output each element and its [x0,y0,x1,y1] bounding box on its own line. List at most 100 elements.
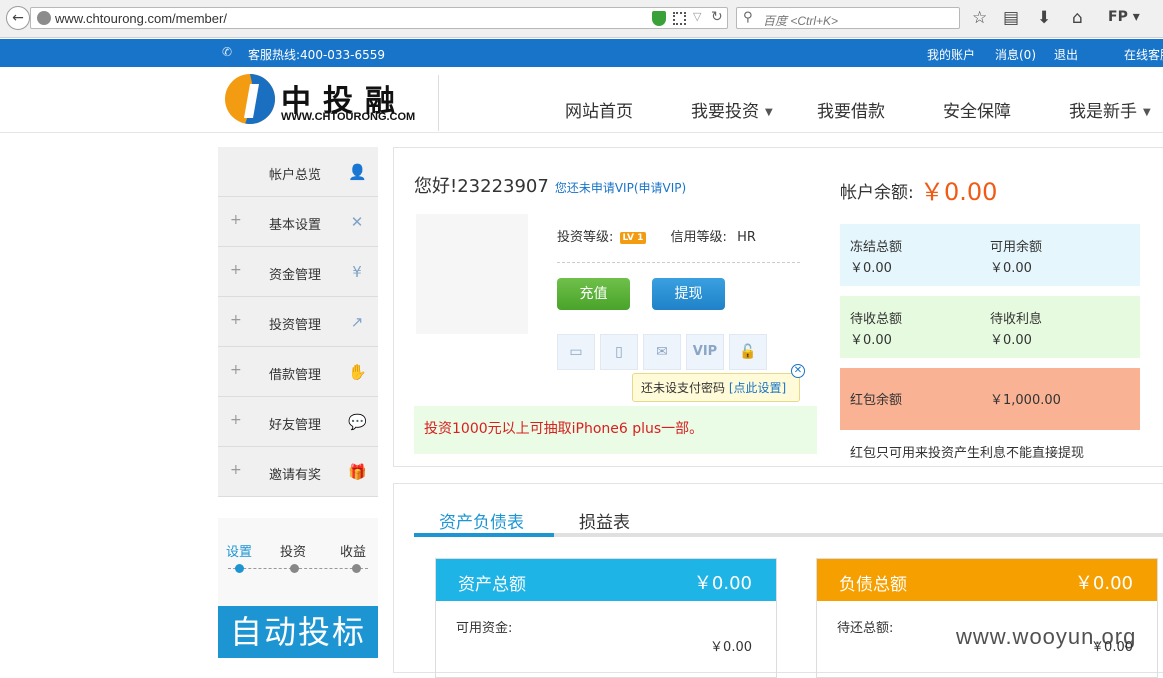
address-bar[interactable]: www.chtourong.com/member/ ▽ ↻ [30,7,728,29]
caret-down-icon: ▼ [1143,106,1151,118]
vip-status-text: 您还未申请VIP [554,181,634,195]
close-icon[interactable]: ✕ [791,364,805,378]
sidebar-item-friends[interactable]: + 好友管理 💬 [218,397,378,447]
my-account-link[interactable]: 我的账户 [927,46,975,63]
profile-button[interactable]: FP ▾ [1108,9,1140,25]
assets-header: 资产总额 ￥0.00 [436,559,776,601]
users-icon: 👤 [348,163,367,181]
set-pay-password-link[interactable]: [点此设置] [729,381,786,395]
shield-icon[interactable] [652,11,666,26]
step-earn: 收益 [340,545,367,560]
back-arrow-icon[interactable]: ← [6,6,30,30]
plus-icon: + [230,462,242,478]
redbag-box: 红包余额 ￥1,000.00 [840,368,1140,430]
nav-newbie-label: 我是新手 [1069,102,1137,122]
invest-level-badge: LV 1 [619,231,647,244]
available-funds-label: 可用资金: [456,621,513,636]
sidebar-item-investments[interactable]: + 投资管理 ↗ [218,297,378,347]
sidebar-item-label: 资金管理 [269,268,322,283]
assets-title: 资产总额 [458,575,526,595]
plus-icon: + [230,312,242,328]
browser-toolbar: ← www.chtourong.com/member/ ▽ ↻ ⚲ 百度 <Ct… [0,0,1163,38]
divider [557,262,800,263]
nav-newbie[interactable]: 我是新手 ▼ [1069,97,1151,122]
phone-icon: ✆ [222,45,233,59]
redbag-note: 红包只可用来投资产生利息不能直接提现 [850,446,1085,461]
sidebar-item-basic-settings[interactable]: + 基本设置 ✕ [218,197,378,247]
logo-icon[interactable] [225,74,275,124]
avatar[interactable] [416,214,528,334]
online-service-link[interactable]: 在线客服 [1124,46,1163,63]
sidebar-item-overview[interactable]: 帐户总览 👤 [218,147,378,197]
messages-link[interactable]: 消息(0) [995,46,1036,63]
globe-icon [37,11,51,25]
available-value: ￥0.00 [990,261,1032,276]
promo-notice: 投资1000元以上可抽取iPhone6 plus一部。 [414,406,817,454]
logo-url: WWW.CHTOURONG.COM [281,111,416,123]
reload-icon[interactable]: ↻ [711,9,723,25]
growth-chart-icon: ↗ [350,313,364,331]
auto-bid-banner[interactable]: 自动投标 [218,606,378,658]
nav-invest[interactable]: 我要投资 ▼ [691,97,773,122]
sidebar-item-loans[interactable]: + 借款管理 ✋ [218,347,378,397]
available-funds-value: ￥0.00 [710,640,752,655]
auto-bid-promo[interactable]: 设置 投资 收益 自动投标 [218,518,378,658]
bank-card-icon[interactable]: ▭ [557,334,595,370]
redbag-label: 红包余额 [850,393,903,408]
plus-icon: + [230,212,242,228]
nav-borrow[interactable]: 我要借款 [817,97,885,122]
tab-income-statement[interactable]: 损益表 [579,508,630,533]
liabilities-amount: ￥0.00 [1074,573,1133,594]
nav-security[interactable]: 安全保障 [943,97,1011,122]
recharge-button[interactable]: 充值 [557,278,630,310]
step-dot [235,564,244,573]
apply-vip-link[interactable]: (申请VIP) [634,181,686,195]
credit-level-label: 信用等级: [670,230,727,245]
step-invest: 投资 [280,545,307,560]
plus-icon: + [230,262,242,278]
frozen-available-box: 冻结总额 ￥0.00 可用余额 ￥0.00 [840,224,1140,286]
vip-status-link[interactable]: 您还未申请VIP(申请VIP) [555,181,686,195]
available-label: 可用余额 [990,240,1043,255]
vip-icon[interactable]: VIP [686,334,724,370]
tab-balance-sheet[interactable]: 资产负债表 [439,508,524,533]
pending-interest-label: 待收利息 [990,312,1043,327]
unlock-icon[interactable]: 🔓 [729,334,767,370]
nav-invest-label: 我要投资 [691,102,759,122]
service-hotline: 客服热线:400-033-6559 [248,48,386,62]
url-text[interactable]: www.chtourong.com/member/ [55,11,227,26]
assets-card: 资产总额 ￥0.00 可用资金: ￥0.00 [435,558,777,678]
nav-home-label: 网站首页 [565,102,633,122]
sidebar-item-funds[interactable]: + 资金管理 ¥ [218,247,378,297]
liabilities-title: 负债总额 [839,575,907,595]
mobile-phone-icon[interactable]: ▯ [600,334,638,370]
liabilities-header: 负债总额 ￥0.00 [817,559,1157,601]
hand-money-icon: ✋ [348,363,367,381]
active-tab-indicator [414,533,554,537]
plus-icon: + [230,362,242,378]
nav-home[interactable]: 网站首页 [565,97,633,122]
search-box[interactable]: ⚲ 百度 <Ctrl+K> [736,7,960,29]
email-icon[interactable]: ✉ [643,334,681,370]
reading-list-icon[interactable]: ▤ [1003,8,1019,28]
gift-icon: 🎁 [348,463,367,481]
credit-level-value: HR [737,230,756,245]
level-info: 投资等级: LV 1 信用等级: HR [557,226,756,245]
sidebar-item-label: 借款管理 [269,368,322,383]
sidebar-item-invite[interactable]: + 邀请有奖 🎁 [218,447,378,497]
tooltip-text: 还未设支付密码 [641,381,726,395]
nav-borrow-label: 我要借款 [817,102,885,122]
star-icon[interactable]: ☆ [972,8,987,28]
home-icon[interactable]: ⌂ [1072,8,1083,28]
chevron-down-icon[interactable]: ▽ [693,10,701,23]
pending-repay-label: 待还总额: [837,621,894,636]
sidebar-item-label: 邀请有奖 [269,468,322,483]
search-placeholder[interactable]: 百度 <Ctrl+K> [763,12,838,29]
logo-divider [438,75,439,131]
withdraw-button[interactable]: 提现 [652,278,725,310]
download-icon[interactable]: ⬇ [1037,8,1051,28]
greeting: 您好!23223907 您还未申请VIP(申请VIP) [414,172,686,198]
logout-link[interactable]: 退出 [1054,46,1078,63]
qr-code-icon[interactable] [673,12,686,25]
site-header: 中投融 WWW.CHTOURONG.COM 网站首页 我要投资 ▼ 我要借款 安全… [0,67,1163,133]
